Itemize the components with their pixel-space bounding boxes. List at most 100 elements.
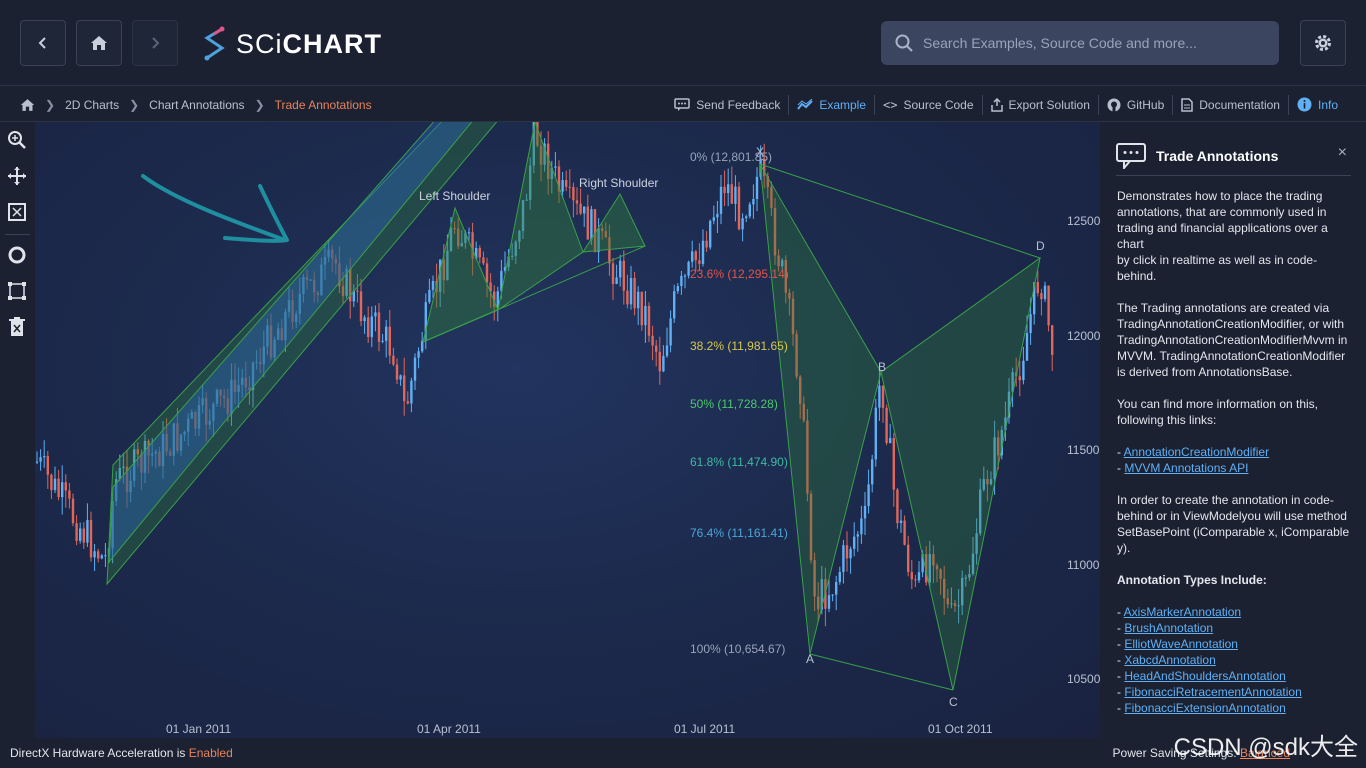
search-box[interactable] — [881, 21, 1279, 65]
zoom-extents-button[interactable] — [3, 198, 31, 226]
source-code-tab[interactable]: <> Source Code — [874, 94, 982, 115]
candle-body — [356, 290, 359, 292]
candle-body — [644, 305, 647, 326]
home-button[interactable] — [76, 20, 122, 66]
y-tick-11000: 11000 — [1067, 558, 1100, 572]
link-brush[interactable]: BrushAnnotation — [1124, 621, 1213, 635]
link-fibonacci-retracement[interactable]: FibonacciRetracementAnnotation — [1124, 685, 1301, 699]
chart-surface[interactable]: Left Shoulder Right Shoulder X A B C D 0… — [35, 106, 1101, 738]
candle-body — [611, 263, 615, 284]
back-button[interactable] — [20, 20, 66, 66]
list-item: - FibonacciExtensionAnnotation — [1117, 701, 1286, 715]
xabcd-triangle-xab[interactable] — [759, 163, 882, 655]
candle-body — [1025, 333, 1029, 361]
candle-body — [698, 260, 701, 264]
candle-body — [478, 247, 481, 258]
scichart-logo[interactable]: SCiCHART — [202, 24, 382, 64]
link-xabcd[interactable]: XabcdAnnotation — [1124, 653, 1215, 667]
delete-icon — [9, 317, 25, 336]
fib-level-76-4: 76.4% (11,161.41) — [690, 526, 788, 540]
candle-body — [43, 456, 46, 458]
xabcd-triangle-bcd[interactable] — [880, 256, 1041, 691]
candle-body — [50, 474, 53, 491]
candle-body — [46, 456, 49, 475]
scichart-logo-icon — [204, 26, 225, 61]
candle-body — [827, 595, 831, 609]
candle-body — [748, 204, 751, 217]
forward-button[interactable] — [132, 20, 178, 66]
fib-level-61-8: 61.8% (11,474.90) — [690, 455, 788, 469]
candle-body — [673, 291, 676, 319]
delete-annotation-button[interactable] — [3, 313, 31, 341]
right-shoulder-label: Right Shoulder — [579, 176, 658, 190]
candle-body — [64, 482, 67, 491]
chat-bubble-icon — [1116, 142, 1146, 169]
candle-body — [97, 551, 100, 559]
candle-body — [615, 277, 618, 284]
candle-body — [61, 482, 64, 498]
candle-body — [100, 555, 103, 559]
candle-body — [665, 345, 669, 356]
chevron-right-icon: ❯ — [254, 97, 265, 112]
info-button[interactable]: Info — [1287, 94, 1346, 115]
example-tab[interactable]: Example — [788, 94, 874, 115]
link-head-and-shoulders[interactable]: HeadAndShouldersAnnotation — [1124, 669, 1285, 683]
x-tick-jan-2011: 01 Jan 2011 — [166, 722, 231, 736]
candle-body — [691, 251, 694, 262]
breadcrumb-item-chart-annotations[interactable]: Chart Annotations — [149, 98, 244, 112]
github-button[interactable]: GitHub — [1097, 94, 1172, 115]
link-axis-marker[interactable]: AxisMarkerAnnotation — [1124, 605, 1241, 619]
x-axis[interactable]: 01 Jan 2011 01 Apr 2011 01 Jul 2011 01 O… — [166, 722, 993, 736]
settings-button[interactable] — [1300, 20, 1346, 66]
pan-tool-button[interactable] — [3, 162, 31, 190]
candle-body — [89, 520, 93, 558]
rollover-tool-button[interactable] — [3, 241, 31, 269]
head-shoulders-head[interactable] — [497, 120, 584, 312]
close-icon[interactable]: × — [1338, 144, 1347, 162]
candle-body — [896, 489, 899, 524]
types-list: - AxisMarkerAnnotation - BrushAnnotation… — [1117, 604, 1352, 716]
export-solution-button[interactable]: Export Solution — [981, 94, 1098, 115]
info-icon — [1297, 97, 1312, 112]
candle-body — [1036, 282, 1039, 294]
list-item: - ElliotWaveAnnotation — [1117, 637, 1238, 651]
candle-body — [622, 260, 625, 291]
brush-annotation[interactable] — [141, 174, 289, 243]
candle-body — [590, 209, 593, 240]
candle-body — [871, 459, 874, 485]
candle-body — [903, 520, 906, 545]
link-elliot-wave[interactable]: ElliotWaveAnnotation — [1124, 637, 1238, 651]
chart-toolbar — [0, 122, 35, 738]
candle-body — [694, 251, 697, 261]
xabcd-label-d: D — [1036, 239, 1045, 253]
zoom-tool-button[interactable] — [3, 126, 31, 154]
candle-body — [874, 407, 877, 460]
link-mvvm-annotations-api[interactable]: MVVM Annotations API — [1124, 461, 1248, 475]
documentation-label: Documentation — [1199, 97, 1280, 112]
selection-tool-button[interactable] — [3, 277, 31, 305]
hardware-acceleration-status: DirectX Hardware Acceleration is Enabled — [10, 746, 233, 760]
info-panel: Trade Annotations × Demonstrates how to … — [1100, 122, 1366, 738]
candle-body — [734, 186, 737, 204]
home-icon[interactable] — [20, 98, 35, 112]
list-item: - BrushAnnotation — [1117, 621, 1214, 635]
candle-body — [53, 478, 57, 491]
list-item: - XabcdAnnotation — [1117, 653, 1216, 667]
candle-body — [68, 490, 71, 499]
search-input[interactable] — [923, 35, 1263, 51]
xabcd-label-c: C — [949, 695, 958, 709]
candle-body — [705, 240, 708, 248]
candle-body — [374, 312, 377, 317]
link-annotation-creation-modifier[interactable]: AnnotationCreationModifier — [1124, 445, 1269, 459]
selection-icon — [8, 282, 26, 300]
y-axis[interactable]: 12500 12000 11500 11000 10500 — [1067, 214, 1101, 686]
left-shoulder-label: Left Shoulder — [419, 189, 490, 203]
documentation-button[interactable]: Documentation — [1172, 94, 1288, 115]
send-feedback-button[interactable]: Send Feedback — [666, 95, 788, 115]
fib-level-0: 0% (12,801.85) — [690, 150, 772, 164]
list-item: - FibonacciRetracementAnnotation — [1117, 685, 1302, 699]
link-fibonacci-extension[interactable]: FibonacciExtensionAnnotation — [1124, 701, 1285, 715]
candlestick-chart[interactable]: Left Shoulder Right Shoulder X A B C D 0… — [35, 106, 1101, 738]
candle-body — [377, 312, 381, 342]
breadcrumb-item-2d-charts[interactable]: 2D Charts — [65, 98, 119, 112]
